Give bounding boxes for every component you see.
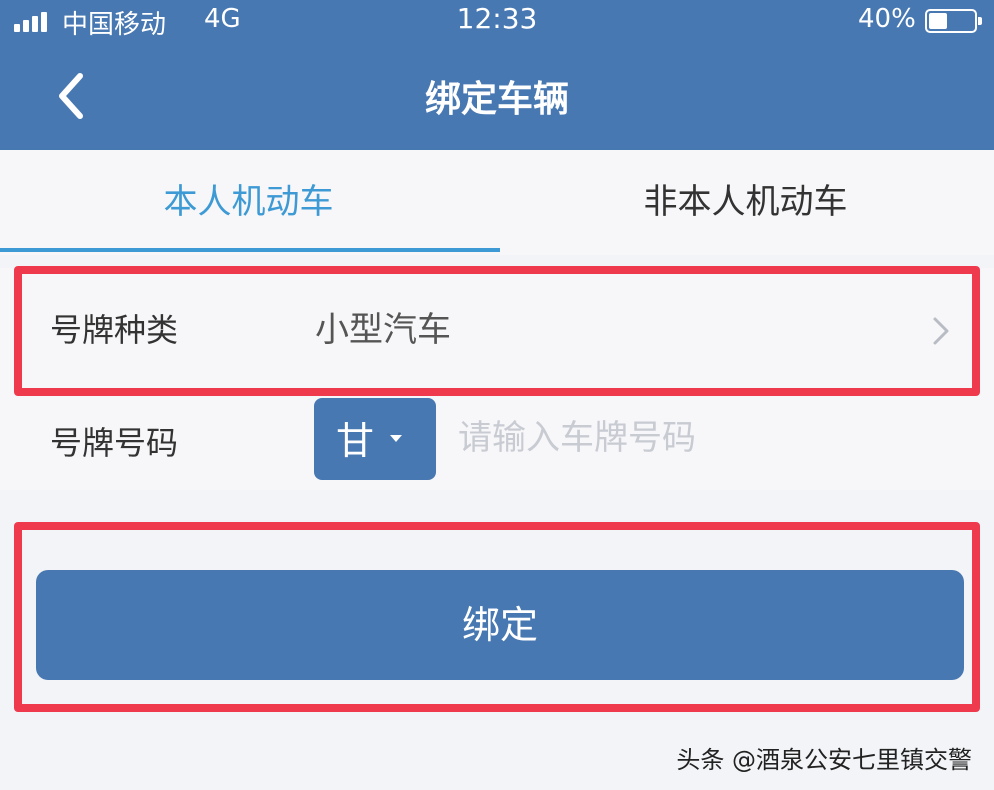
province-value: 甘 <box>336 419 375 463</box>
province-dropdown[interactable]: 甘 <box>314 398 436 480</box>
tab-other-vehicle[interactable]: 非本人机动车 <box>497 150 994 255</box>
tab-own-vehicle[interactable]: 本人机动车 <box>0 150 497 255</box>
vehicle-tabs: 本人机动车 非本人机动车 <box>0 150 994 255</box>
clock: 12:33 <box>456 2 538 35</box>
caret-down-icon <box>390 435 402 442</box>
top-header: 中国移动 4G 12:33 40% 绑定车辆 <box>0 0 994 150</box>
plate-number-input[interactable] <box>458 408 938 468</box>
plate-number-row: 号牌号码 甘 <box>0 388 994 498</box>
battery-percent: 40% <box>858 4 916 34</box>
plate-number-label: 号牌号码 <box>50 424 179 462</box>
active-tab-indicator <box>0 248 500 252</box>
page-title: 绑定车辆 <box>424 79 569 120</box>
battery-icon <box>925 9 982 33</box>
watermark: 头条 @酒泉公安七里镇交警 <box>676 746 972 774</box>
highlight-bind-button <box>14 522 980 712</box>
status-bar: 中国移动 4G 12:33 40% <box>0 0 994 42</box>
highlight-plate-type <box>14 266 980 396</box>
